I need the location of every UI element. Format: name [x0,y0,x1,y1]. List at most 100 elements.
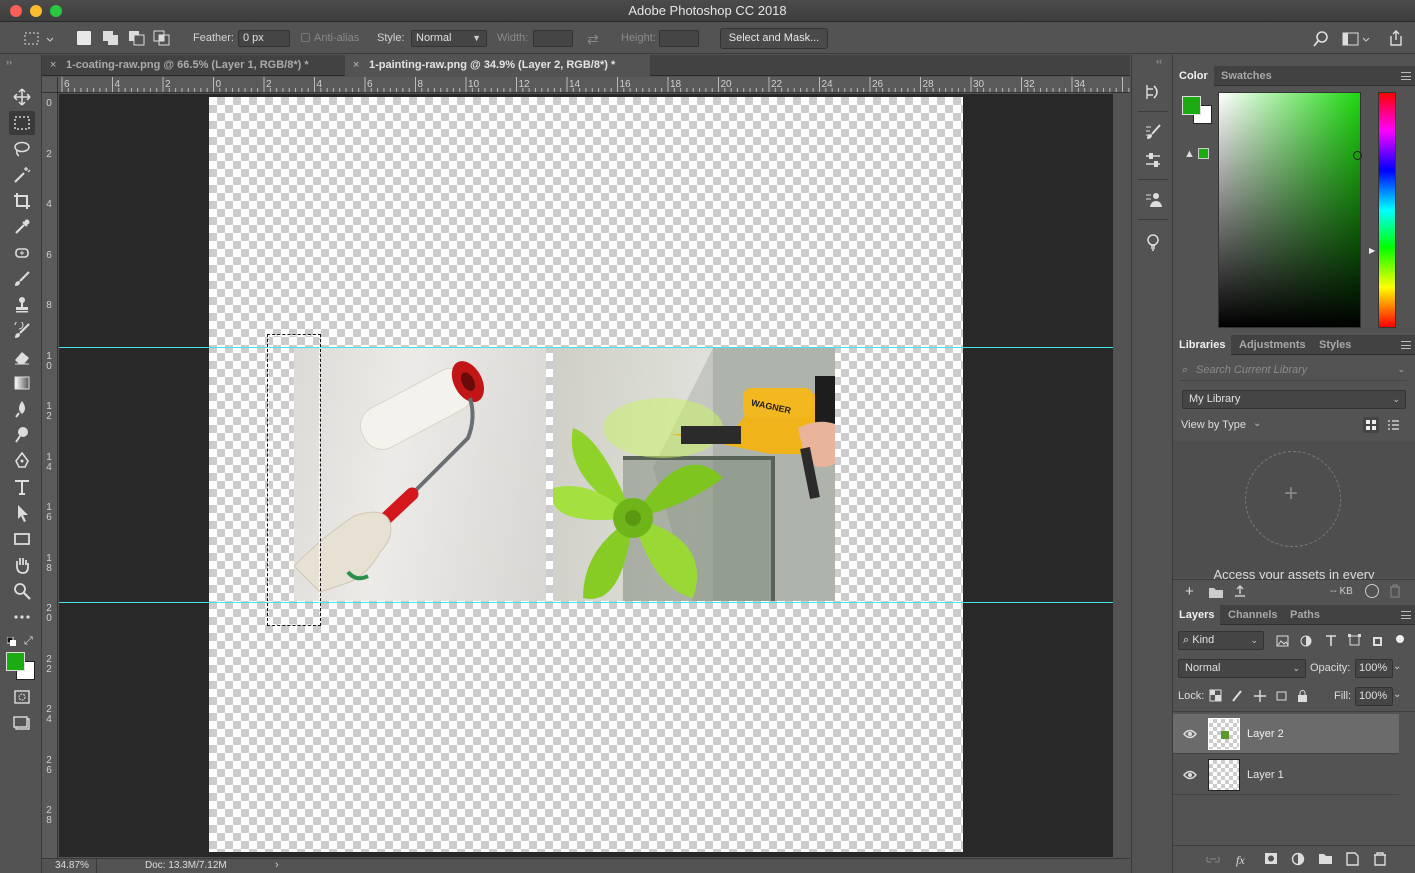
type-tool-icon[interactable] [9,475,35,499]
crop-tool-icon[interactable] [9,189,35,213]
add-to-selection-button[interactable] [102,30,120,49]
blend-mode-select[interactable]: Normal ⌄ [1178,659,1306,678]
layer-name[interactable]: Layer 2 [1247,728,1284,740]
tab-color[interactable]: Color [1173,66,1214,86]
visibility-eye-icon[interactable] [1183,727,1197,741]
swap-colors-icon[interactable]: ⤢ [24,635,33,648]
tab-styles[interactable]: Styles [1313,335,1357,355]
tab-adjustments[interactable]: Adjustments [1233,335,1312,355]
antialias-checkbox[interactable] [301,33,310,42]
collapse-toolbar-icon[interactable]: ›› [6,57,12,67]
height-input[interactable] [659,30,699,47]
hand-tool-icon[interactable] [9,553,35,577]
magic-wand-tool-icon[interactable] [9,163,35,187]
foreground-color-swatch[interactable] [6,652,25,671]
rect-marquee-tool-icon[interactable] [9,111,35,135]
tab-libraries[interactable]: Libraries [1173,335,1232,355]
maximize-window-button[interactable] [50,5,62,17]
feather-input[interactable]: 0 px [238,30,290,47]
gradient-tool-icon[interactable] [9,371,35,395]
share-icon[interactable] [1388,29,1404,50]
more-tools-icon[interactable] [9,605,35,629]
swap-dimensions-icon[interactable]: ⇄ [587,31,599,48]
blur-tool-icon[interactable] [9,397,35,421]
path-selection-tool-icon[interactable] [9,501,35,525]
clone-stamp-tool-icon[interactable] [9,293,35,317]
character-panel-icon[interactable] [1142,189,1164,211]
color-picker-marker[interactable] [1353,151,1362,160]
upload-icon[interactable] [1233,584,1247,601]
horizontal-guide[interactable] [59,602,1113,603]
adjustments-icon[interactable] [1142,149,1164,171]
out-of-gamut-warning-icon[interactable]: ▲ [1184,148,1195,160]
status-menu-arrow-icon[interactable]: › [275,859,279,871]
tab-swatches[interactable]: Swatches [1215,66,1278,86]
panel-menu-icon[interactable] [1401,341,1411,349]
brush-tool-icon[interactable] [9,267,35,291]
tab-channels[interactable]: Channels [1222,605,1284,625]
expand-strip-icon[interactable]: ‹‹ [1156,56,1162,66]
view-by-type-label[interactable]: View by Type [1181,419,1246,431]
ruler-origin[interactable] [42,77,58,93]
tab-coating-raw[interactable]: × 1-coating-raw.png @ 66.5% (Layer 1, RGB… [42,55,342,76]
library-select[interactable]: My Library ⌄ [1182,390,1406,409]
tab-painting-raw[interactable]: × 1-painting-raw.png @ 34.9% (Layer 2, RG… [345,55,650,76]
add-asset-circle[interactable]: + [1245,451,1341,547]
opacity-input[interactable]: 100% [1355,659,1393,678]
layer-row-layer-2[interactable]: Layer 2 [1173,714,1399,754]
list-view-icon[interactable] [1385,417,1401,433]
history-brush-tool-icon[interactable] [9,319,35,343]
add-content-icon[interactable]: + [1185,583,1194,600]
select-and-mask-button[interactable]: Select and Mask... [720,28,828,49]
lasso-tool-icon[interactable] [9,137,35,161]
default-colors-icon[interactable] [6,636,17,650]
eraser-tool-icon[interactable] [9,345,35,369]
grid-view-icon[interactable] [1363,417,1379,433]
tab-paths[interactable]: Paths [1284,605,1326,625]
pen-tool-icon[interactable] [9,449,35,473]
width-input[interactable] [533,30,573,47]
brush-settings-icon[interactable] [1142,121,1164,143]
horizontal-guide[interactable] [59,347,1113,348]
dodge-tool-icon[interactable] [9,423,35,447]
gamut-color-swatch[interactable] [1198,148,1209,159]
sync-icon[interactable] [1365,584,1379,598]
search-icon[interactable] [1313,31,1329,50]
history-panel-icon[interactable] [1142,81,1164,103]
chevron-down-icon[interactable]: ⌄ [1393,689,1401,700]
panel-menu-icon[interactable] [1401,72,1411,80]
saturation-brightness-field[interactable] [1218,92,1361,328]
minimize-window-button[interactable] [30,5,42,17]
style-select[interactable]: Normal ▼ [411,30,487,47]
fill-input[interactable]: 100% [1355,687,1393,706]
close-tab-icon[interactable]: × [50,55,56,76]
zoom-level[interactable]: 34.87% [55,860,89,871]
close-tab-icon[interactable]: × [353,55,359,76]
chevron-down-icon[interactable]: ⌄ [1253,418,1261,429]
library-search[interactable]: ⌕ Search Current Library ⌄ [1180,361,1407,381]
layer-name[interactable]: Layer 1 [1247,769,1284,781]
quick-mask-icon[interactable] [9,685,35,709]
close-window-button[interactable] [10,5,22,17]
intersect-selection-button[interactable] [153,30,171,49]
folder-icon[interactable] [1208,585,1224,602]
move-tool-icon[interactable] [9,85,35,109]
healing-brush-tool-icon[interactable] [9,241,35,265]
hue-slider-handle-icon[interactable]: ▶ [1369,246,1375,255]
learn-lightbulb-icon[interactable] [1142,231,1164,253]
chevron-down-icon[interactable]: ⌄ [1393,661,1401,672]
lock-icons[interactable] [1209,689,1309,703]
subtract-from-selection-button[interactable] [128,30,146,49]
layer-filter-select[interactable]: ⌕ Kind ⌄ [1178,631,1264,650]
color-panel-fg-swatch[interactable] [1182,96,1201,115]
rectangle-tool-icon[interactable] [9,527,35,551]
workspace-icon[interactable] [1342,31,1370,50]
tool-preset-picker[interactable] [22,30,56,48]
panel-menu-icon[interactable] [1401,611,1411,619]
zoom-tool-icon[interactable] [9,579,35,603]
new-selection-button[interactable] [77,31,91,45]
screen-mode-icon[interactable] [9,711,35,735]
eyedropper-tool-icon[interactable] [9,215,35,239]
visibility-eye-icon[interactable] [1183,768,1197,782]
marquee-selection[interactable] [267,334,321,626]
